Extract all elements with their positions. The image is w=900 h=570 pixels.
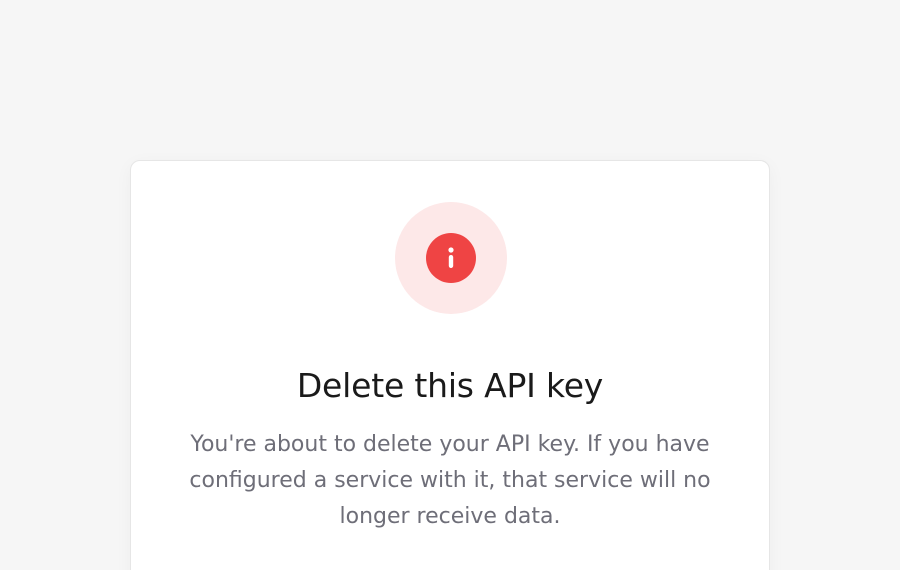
delete-api-key-dialog: Delete this API key You're about to dele… — [130, 160, 770, 570]
page-background: Delete this API key You're about to dele… — [0, 0, 900, 570]
info-icon — [426, 233, 476, 283]
dialog-message: You're about to delete your API key. If … — [189, 432, 711, 529]
alert-icon-ring — [395, 202, 507, 314]
dialog-title: Delete this API key — [296, 366, 604, 405]
